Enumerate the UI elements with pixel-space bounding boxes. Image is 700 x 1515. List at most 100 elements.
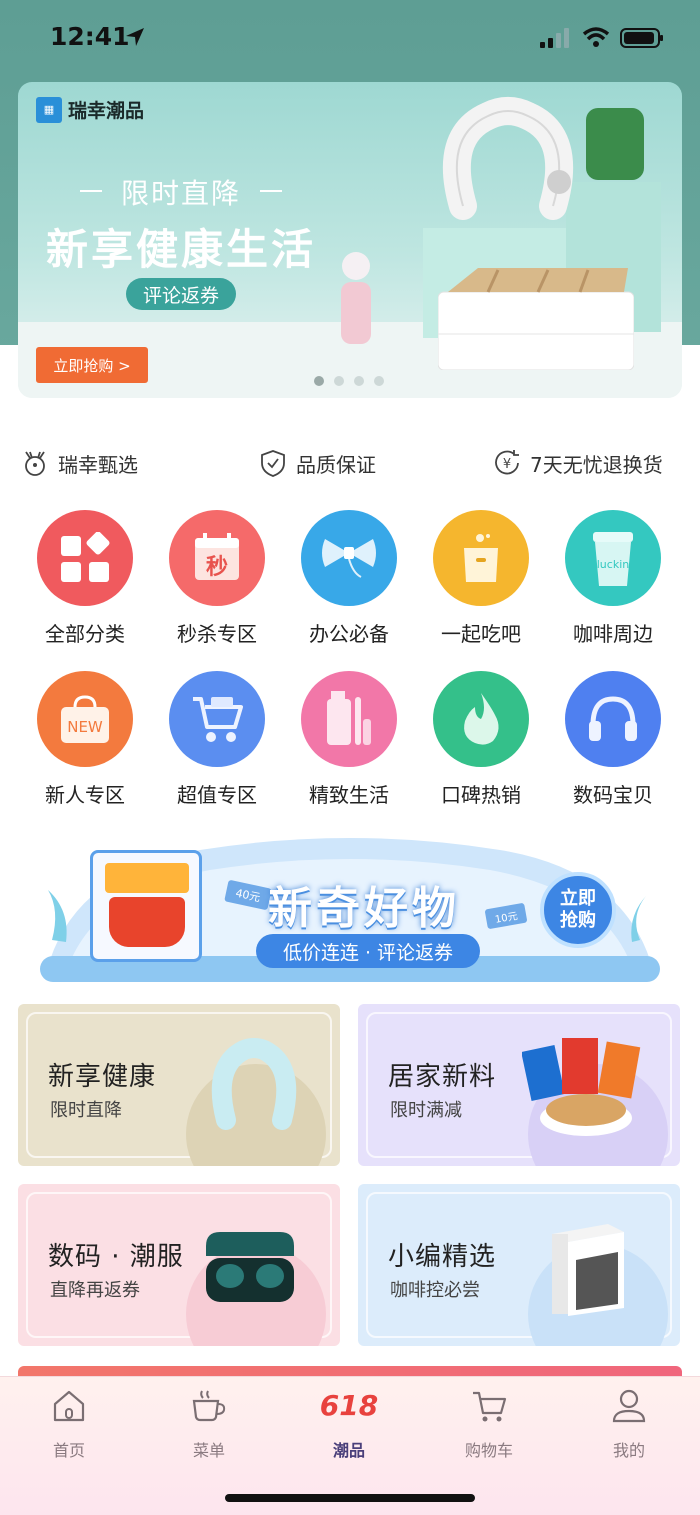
promo-cta-button[interactable]: 立即 抢购 (540, 872, 616, 948)
food-pack (105, 863, 189, 893)
promo-title: 新奇好物 (268, 883, 460, 934)
calendar-text: 秒 (206, 555, 228, 580)
home-icon (53, 1390, 85, 1422)
trust-item: ¥ 7天无忧退换货 (492, 448, 663, 478)
card-home[interactable]: 居家新料 限时满减 (358, 1004, 680, 1166)
neck-massager-image (211, 1038, 297, 1130)
card-title: 小编精选 (388, 1242, 497, 1272)
card-subtitle: 限时直降 (50, 1100, 122, 1121)
flame-icon (433, 671, 529, 767)
category-food[interactable]: 一起吃吧 (416, 510, 546, 647)
tab-cart[interactable]: 购物车 (444, 1387, 534, 1461)
promo-cta-line: 抢购 (560, 910, 596, 931)
card-title: 居家新料 (388, 1062, 497, 1092)
deer-icon (25, 451, 45, 476)
carousel-dot[interactable] (374, 376, 384, 386)
category-label: 咖啡周边 (573, 622, 653, 646)
category-office[interactable]: 办公必备 (284, 510, 414, 647)
svg-text:¥: ¥ (503, 457, 511, 472)
user-icon (612, 1389, 646, 1423)
yen-return-icon: ¥ (495, 450, 519, 475)
banner-pill: 评论返券 (126, 278, 236, 310)
category-label: 数码宝贝 (573, 783, 653, 807)
brand-name: 瑞幸潮品 (68, 100, 145, 122)
promo-subtitle: 低价连连 · 评论返券 (256, 934, 480, 968)
carousel-dot[interactable] (334, 376, 344, 386)
tab-trendy[interactable]: 618 潮品 (304, 1387, 394, 1461)
promo-cta-line: 立即 (560, 888, 596, 909)
battery-icon (620, 28, 663, 48)
category-flash-sale[interactable]: 秒 秒杀专区 (152, 510, 282, 647)
home-indicator (225, 1494, 475, 1502)
brand-mark-icon: ▦ (36, 96, 62, 123)
category-label: 新人专区 (45, 783, 125, 807)
category-label: 全部分类 (45, 622, 125, 646)
card-digital[interactable]: 数码 · 潮服 直降再返券 (18, 1184, 340, 1346)
promo-product-image (90, 850, 202, 962)
category-label: 超值专区 (177, 783, 257, 807)
coffee-cup-icon (192, 1390, 226, 1422)
category-new-user[interactable]: NEW 新人专区 (20, 671, 150, 808)
cart-icon (169, 671, 265, 767)
category-label: 秒杀专区 (177, 622, 257, 646)
cup-text: luckin (597, 558, 630, 571)
calendar-icon: 秒 (169, 510, 265, 606)
headphones-icon (565, 671, 661, 767)
promo-banner[interactable]: 40元 新奇好物 10元 低价连连 · 评论返券 立即 抢购 (40, 830, 660, 990)
neck-massager-image (442, 97, 574, 220)
status-bar: 12:41 (0, 0, 700, 76)
new-text: NEW (67, 718, 103, 736)
category-value[interactable]: 超值专区 (152, 671, 282, 808)
earbuds-case-image (206, 1232, 294, 1302)
carousel-dot[interactable] (314, 376, 324, 386)
card-editor-picks[interactable]: 小编精选 咖啡控必尝 (358, 1184, 680, 1346)
category-best-sellers[interactable]: 口碑热销 (416, 671, 546, 808)
tab-home[interactable]: 首页 (24, 1387, 114, 1461)
bow-icon (301, 510, 397, 606)
card-subtitle: 咖啡控必尝 (390, 1280, 480, 1301)
bottles-icon (301, 671, 397, 767)
brand-logo: ▦ 瑞幸潮品 (36, 96, 144, 123)
banner-subtitle: 限时直降 (80, 172, 282, 212)
tab-menu[interactable]: 菜单 (164, 1387, 254, 1461)
tab-label: 我的 (612, 1441, 645, 1460)
cup-icon: luckin (565, 510, 661, 606)
coffee-box-image (552, 1224, 624, 1316)
carousel-dots[interactable] (314, 376, 384, 386)
tab-profile[interactable]: 我的 (584, 1387, 674, 1461)
food-bowl (109, 897, 185, 947)
snacks-image (522, 1038, 641, 1136)
tab-label: 潮品 (332, 1441, 365, 1460)
card-subtitle: 直降再返券 (50, 1280, 140, 1301)
bag-icon (433, 510, 529, 606)
shield-check-icon (261, 450, 285, 477)
trust-row: 瑞幸甄选 品质保证 ¥ 7天无忧退换货 (0, 440, 700, 486)
category-all[interactable]: 全部分类 (20, 510, 150, 647)
category-label: 口碑热销 (441, 783, 521, 807)
cellular-signal-icon (540, 28, 569, 48)
lamp-image (341, 252, 371, 344)
carousel-dot[interactable] (354, 376, 364, 386)
grid-icon (37, 510, 133, 606)
cart-icon (473, 1391, 507, 1422)
trust-item: 品质保证 (258, 448, 376, 478)
status-time: 12:41 (50, 22, 130, 51)
category-label: 一起吃吧 (441, 622, 521, 646)
category-coffee-merch[interactable]: luckin 咖啡周边 (548, 510, 678, 647)
wifi-icon (582, 27, 610, 47)
organizer-box-image (438, 268, 634, 370)
trust-item: 瑞幸甄选 (20, 448, 138, 478)
hero-banner[interactable]: ▦ 瑞幸潮品 限时直降 新享健康生活 评论返券 立即抢购 > (18, 82, 682, 398)
trust-label: 7天无忧退换货 (530, 452, 663, 477)
green-gadget-image (586, 108, 644, 180)
location-arrow-icon (126, 28, 144, 46)
618-icon: 618 (319, 1389, 379, 1422)
card-health[interactable]: 新享健康 限时直降 (18, 1004, 340, 1166)
category-digital[interactable]: 数码宝贝 (548, 671, 678, 808)
tab-label: 购物车 (464, 1441, 513, 1460)
category-lifestyle[interactable]: 精致生活 (284, 671, 414, 808)
buy-now-button[interactable]: 立即抢购 > (36, 347, 148, 383)
tab-label: 菜单 (192, 1441, 225, 1460)
card-title: 新享健康 (48, 1062, 157, 1092)
category-label: 精致生活 (309, 783, 389, 807)
